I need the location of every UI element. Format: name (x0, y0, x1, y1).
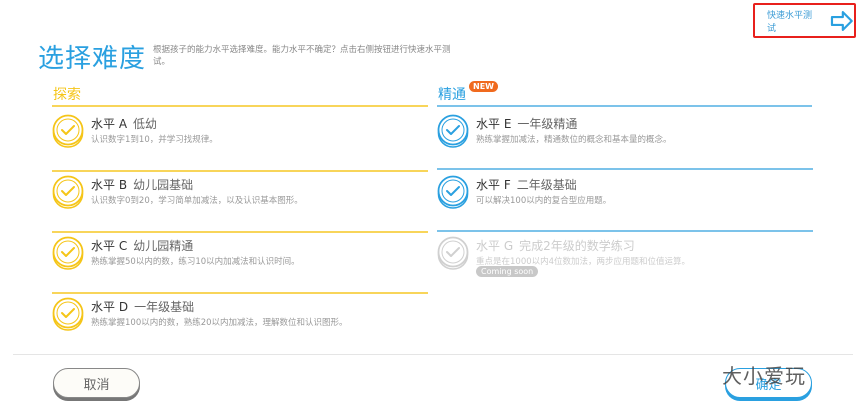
level-description: 可以解决100以内的复合型应用题。 (476, 196, 612, 206)
level-code: 水平 B (91, 178, 128, 192)
check-circle-icon (437, 175, 469, 209)
level-description: 认识数字1到10，并学习找规律。 (91, 135, 218, 145)
cancel-button[interactable]: 取消 (53, 368, 140, 398)
level-title: 水平 E 一年级精通 (476, 115, 577, 132)
level-item[interactable]: 水平 E 一年级精通 熟练掌握加减法，精通数位的概念和基本量的概念。 (437, 114, 813, 159)
section-mastery-label: 精通 (438, 87, 466, 103)
level-name: 一年级精通 (517, 117, 578, 131)
level-item[interactable]: 水平 A 低幼 认识数字1到10，并学习找规律。 (52, 114, 428, 159)
divider (52, 292, 428, 294)
check-circle-icon (52, 236, 84, 270)
check-circle-icon (437, 114, 469, 148)
level-title: 水平 B 幼儿园基础 (91, 176, 193, 193)
level-title: 水平 D 一年级基础 (91, 298, 194, 315)
check-circle-icon (52, 297, 84, 331)
level-name: 幼儿园精通 (133, 239, 194, 253)
level-description: 熟练掌握50以内的数，练习10以内加减法和认识时间。 (91, 257, 300, 267)
watermark: 大小爱玩 (722, 364, 806, 388)
divider (437, 105, 812, 107)
level-description: 熟练掌握加减法，精通数位的概念和基本量的概念。 (476, 135, 672, 145)
level-title: 水平 A 低幼 (91, 115, 157, 132)
level-name: 幼儿园基础 (133, 178, 194, 192)
page-title: 选择难度 (38, 44, 147, 74)
quick-test-label: 快速水平测试 (767, 10, 813, 34)
divider (437, 230, 813, 232)
level-item[interactable]: 水平 F 二年级基础 可以解决100以内的复合型应用题。 (437, 175, 813, 220)
level-name: 完成2年级的数学练习 (519, 239, 635, 253)
level-title: 水平 C 幼儿园精通 (91, 237, 193, 254)
level-code: 水平 G (476, 239, 514, 253)
level-description: 认识数字0到20，学习简单加减法，以及认识基本图形。 (91, 196, 303, 206)
footer-divider (13, 354, 853, 355)
check-circle-icon (52, 114, 84, 148)
quick-test-button[interactable]: 快速水平测试 (753, 3, 856, 38)
level-code: 水平 A (91, 117, 128, 131)
level-item[interactable]: 水平 D 一年级基础 熟练掌握100以内的数，熟练20以内加减法，理解数位和认识图… (52, 297, 428, 342)
section-explore-label: 探索 (53, 87, 81, 103)
level-code: 水平 F (476, 178, 511, 192)
new-badge: NEW (469, 81, 498, 92)
level-code: 水平 D (91, 300, 129, 314)
level-title: 水平 F 二年级基础 (476, 176, 577, 193)
level-name: 一年级基础 (134, 300, 195, 314)
arrow-right-icon (831, 10, 854, 31)
check-circle-icon (437, 236, 469, 270)
divider (437, 168, 813, 170)
level-code: 水平 C (91, 239, 128, 253)
page-subtitle: 根据孩子的能力水平选择难度。能力水平不确定？点击右侧按钮进行快速水平测试。 (153, 45, 451, 67)
level-description: 熟练掌握100以内的数，熟练20以内加减法，理解数位和认识图形。 (91, 318, 348, 328)
level-name: 二年级基础 (516, 178, 577, 192)
level-code: 水平 E (476, 117, 512, 131)
divider (52, 105, 428, 107)
level-item[interactable]: 水平 C 幼儿园精通 熟练掌握50以内的数，练习10以内加减法和认识时间。 (52, 236, 428, 281)
level-name: 低幼 (133, 117, 158, 131)
divider (52, 231, 428, 233)
level-title: 水平 G 完成2年级的数学练习 (476, 237, 635, 254)
coming-soon-badge: Coming soon (476, 266, 539, 277)
divider (52, 170, 428, 172)
check-circle-icon (52, 175, 84, 209)
level-item: 水平 G 完成2年级的数学练习 重点是在1000以内4位数加法，两步应用题和位值运… (437, 236, 813, 281)
level-item[interactable]: 水平 B 幼儿园基础 认识数字0到20，学习简单加减法，以及认识基本图形。 (52, 175, 428, 220)
